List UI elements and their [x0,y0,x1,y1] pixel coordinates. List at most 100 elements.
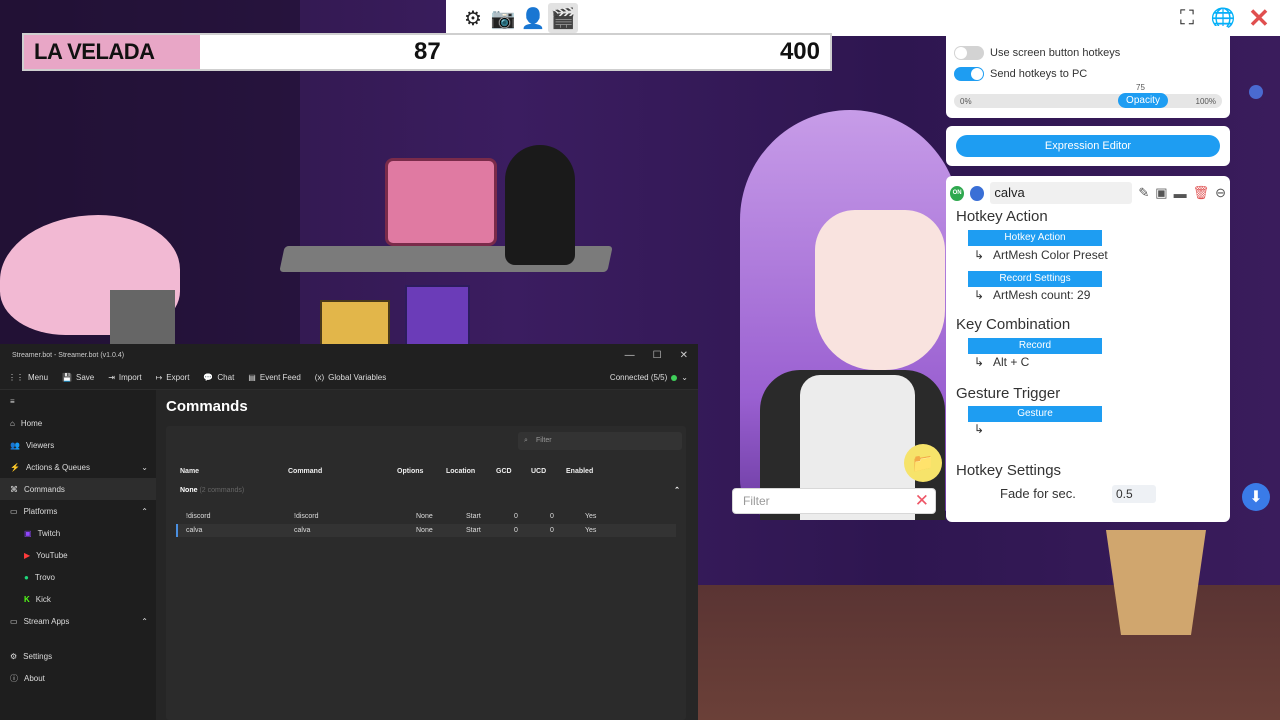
gear-icon: ⚙ [10,651,18,661]
scroll-down-icon[interactable]: ⬇ [1242,483,1270,511]
record-button[interactable]: Record [968,338,1102,354]
twitch-icon[interactable]: ▣ [1155,185,1167,201]
hotkey-on-toggle[interactable]: ON [950,185,965,201]
folder-x-icon[interactable]: ▬ [1174,186,1187,201]
pencil-icon[interactable]: ✎ [1138,185,1149,201]
import-icon: ⇥ [108,373,115,382]
chevron-up-icon: ⌃ [141,506,148,516]
chevron-down-icon: ⌄ [141,462,148,472]
toggle-row-send-hotkeys[interactable]: Send hotkeys to PC [946,63,1230,84]
send-hotkeys-toggle[interactable] [954,66,984,81]
minimize-icon[interactable]: — [625,350,635,361]
gear-icon[interactable]: ⚙ [458,3,488,33]
sidebar-item-twitch[interactable]: ▣ Twitch [0,522,156,544]
sidebar-item-stream-apps[interactable]: ▭ Stream Apps ⌃ [0,610,156,632]
hotkey-action-value: ArtMesh Color Preset [993,248,1108,262]
clapperboard-icon[interactable]: 🎬 [548,3,578,33]
export-button[interactable]: ↦ Export [156,373,190,382]
group-row[interactable]: None (2 commands) ⌃ [180,484,682,498]
streamerbot-window: Streamer.bot - Streamer.bot (v1.0.4) — ☐… [0,344,698,720]
page-title: Commands [166,398,248,415]
hotkey-filter-input[interactable]: Filter ✕ [732,488,936,514]
sidebar-item-about[interactable]: ⓘ About [0,667,156,689]
folder-icon[interactable]: 📁 [904,444,942,482]
column-header-command[interactable]: Command [288,468,322,475]
score-value-a: 87 [414,38,441,65]
record-settings-value: ArtMesh count: 29 [993,288,1091,302]
column-header-enabled[interactable]: Enabled [566,468,593,475]
minus-circle-icon[interactable]: ⊖ [1215,185,1226,201]
platforms-icon: ▭ [10,506,18,516]
opacity-slider-handle[interactable]: Opacity [1118,93,1168,108]
fade-label: Fade for sec. [1000,486,1076,501]
commands-filter-input[interactable]: ⌕ Filter [518,432,682,450]
chibi-figure [505,145,575,265]
search-icon: ⌕ [524,437,528,444]
funko-box [320,300,390,348]
sidebar-item-commands[interactable]: ⌘ Commands [0,478,156,500]
save-button[interactable]: 💾 Save [62,373,94,382]
sidebar-item-kick[interactable]: K Kick [0,588,156,610]
hotkey-detail-panel: ON calva ✎ ▣ ▬ 🗑 ⊖ Hotkey Action Hotkey … [946,176,1230,522]
sidebar-item-settings[interactable]: ⚙ Settings [0,645,156,667]
table-row[interactable]: calva calva None Start 0 0 Yes [176,524,676,537]
sidebar: ≡ ⌂ Home 👥 Viewers ⚡ Actions & Queues ⌄ ⌘ Com… [0,390,156,720]
screen-button-hotkeys-toggle[interactable] [954,45,984,60]
hotkey-options-panel: Use screen button hotkeys Send hotkeys t… [946,26,1230,118]
sidebar-item-youtube[interactable]: ▶ YouTube [0,544,156,566]
chat-icon: 💬 [203,373,214,382]
side-dot-button[interactable] [1249,85,1263,99]
event-feed-button[interactable]: ▤ Event Feed [248,373,300,382]
sidebar-item-trovo[interactable]: ● Trovo [0,566,156,588]
window-titlebar: Streamer.bot - Streamer.bot (v1.0.4) — ☐… [0,344,698,366]
score-label: LA VELADA [24,35,200,69]
main-content: Commands ⌕ Filter Name Command Options L… [156,390,698,720]
globe-icon[interactable] [970,185,985,201]
info-icon: ⓘ [10,673,18,683]
record-settings-button[interactable]: Record Settings [968,271,1102,287]
column-header-location[interactable]: Location [446,468,475,475]
grid-icon: ⋮⋮ [8,373,24,382]
global-variables-button[interactable]: (x) Global Variables [315,373,386,382]
toggle-label: Use screen button hotkeys [990,46,1121,59]
twitch-icon: ▣ [24,528,32,538]
hotkey-action-button[interactable]: Hotkey Action [968,230,1102,246]
opacity-value: 75 [1136,83,1145,92]
fade-input[interactable]: 0.5 [1112,485,1156,503]
sidebar-item-platforms[interactable]: ▭ Platforms ⌃ [0,500,156,522]
column-header-options[interactable]: Options [397,468,423,475]
close-window-icon[interactable]: ✕ [680,350,688,361]
chevron-up-icon[interactable]: ⌃ [674,484,680,498]
camera-icon[interactable]: 📷 [488,3,518,33]
maximize-icon[interactable]: ☐ [653,350,662,361]
sidebar-item-actions[interactable]: ⚡ Actions & Queues ⌄ [0,456,156,478]
vtuber-avatar-face [815,210,945,370]
column-header-gcd[interactable]: GCD [496,468,512,475]
expression-editor-button[interactable]: Expression Editor [956,135,1220,157]
lunchbox [385,158,497,246]
chat-button[interactable]: 💬 Chat [203,373,234,382]
window-title: Streamer.bot - Streamer.bot (v1.0.4) [12,351,125,359]
sidebar-item-home[interactable]: ⌂ Home [0,412,156,434]
trash-icon[interactable]: 🗑 [1193,185,1210,201]
table-row[interactable]: !discord !discord None Start 0 0 Yes [176,510,676,523]
add-person-icon[interactable]: 👤 [518,3,548,33]
connection-status[interactable]: Connected (5/5) ⌄ [610,373,698,382]
gesture-button[interactable]: Gesture [968,406,1102,422]
menu-button[interactable]: ⋮⋮ Menu [8,373,48,382]
cereal-box [405,285,470,347]
clear-filter-icon[interactable]: ✕ [915,489,929,513]
key-combination-title: Key Combination [956,316,1071,333]
hotkey-name-field[interactable]: calva [990,182,1133,204]
sidebar-toggle[interactable]: ≡ [0,390,156,412]
opacity-slider-track[interactable]: 0% 100% [954,94,1222,108]
column-header-ucd[interactable]: UCD [531,468,546,475]
close-icon[interactable]: ✕ [1244,3,1274,33]
sidebar-item-viewers[interactable]: 👥 Viewers [0,434,156,456]
column-header-name[interactable]: Name [180,468,199,475]
toggle-row-screen-button[interactable]: Use screen button hotkeys [946,42,1230,63]
import-button[interactable]: ⇥ Import [108,373,141,382]
filter-placeholder: Filter [743,494,770,508]
hotkey-header: ON calva ✎ ▣ ▬ 🗑 ⊖ [950,182,1226,204]
